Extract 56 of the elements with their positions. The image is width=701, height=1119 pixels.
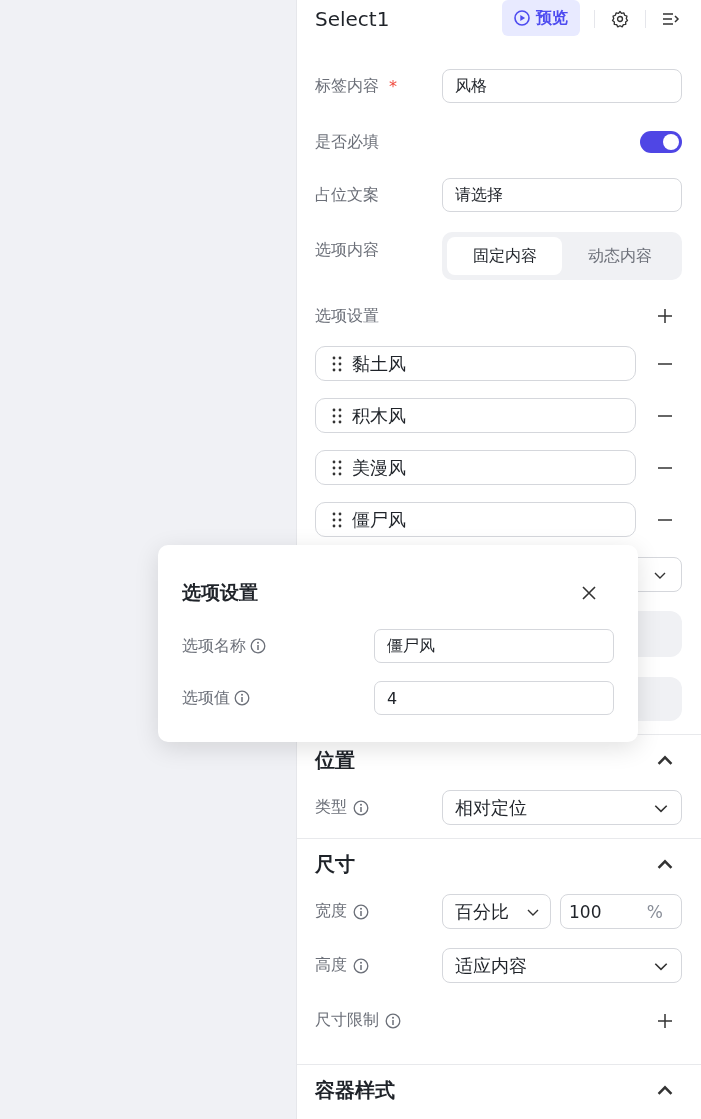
field-label: 选项设置	[315, 305, 380, 327]
option-item[interactable]: 美漫风	[315, 450, 636, 485]
field-label: 是否必填	[315, 131, 380, 153]
unit-select[interactable]: 百分比	[442, 894, 551, 929]
info-icon	[385, 1012, 401, 1029]
option-item[interactable]: 积木风	[315, 398, 636, 433]
text-field[interactable]: 僵尸风	[374, 629, 614, 663]
text-field[interactable]: 请选择	[442, 178, 682, 212]
drag-handle-icon	[332, 407, 342, 424]
field-label: 标签内容	[315, 75, 379, 97]
close-icon	[582, 586, 596, 600]
drag-handle-icon	[332, 459, 342, 476]
select-field[interactable]: 适应内容	[442, 948, 682, 983]
segment-tab[interactable]: 动态内容	[562, 237, 677, 275]
unit-label: %	[646, 901, 663, 922]
play-icon	[514, 10, 530, 26]
toggle-switch[interactable]	[640, 131, 682, 153]
close-button[interactable]	[580, 584, 598, 602]
text-field[interactable]: 4	[374, 681, 614, 715]
info-icon	[234, 690, 250, 706]
drag-handle-icon	[332, 355, 342, 372]
segment-tab[interactable]: 固定内容	[447, 237, 562, 275]
required-mark: *	[389, 76, 397, 96]
select-field[interactable]: 相对定位	[442, 790, 682, 825]
field-label: 尺寸限制	[315, 1010, 379, 1031]
field-label: 占位文案	[315, 184, 379, 206]
component-title: Select1	[315, 7, 391, 31]
info-icon	[353, 799, 369, 816]
section-title: 位置	[315, 746, 356, 774]
info-icon	[353, 903, 369, 920]
drag-handle-icon	[332, 511, 342, 528]
field-label: 类型	[315, 797, 347, 818]
minus-icon	[658, 466, 672, 469]
section-title: 尺寸	[315, 850, 356, 878]
field-label: 选项内容	[315, 240, 380, 261]
text-field[interactable]: 风格	[442, 69, 682, 103]
field-label: 宽度	[315, 901, 347, 922]
field-label: 高度	[315, 955, 347, 976]
field-label: 选项值	[182, 687, 230, 709]
minus-icon	[658, 518, 672, 521]
settings-button[interactable]	[609, 8, 631, 30]
minus-icon	[658, 414, 672, 417]
number-field[interactable]: 100 %	[560, 894, 682, 929]
option-item[interactable]: 僵尸风	[315, 502, 636, 537]
field-label: 选项名称	[182, 635, 246, 657]
section-title: 容器样式	[315, 1076, 396, 1104]
settings-icon	[611, 10, 629, 28]
plus-icon	[658, 1013, 672, 1028]
option-item[interactable]: 黏土风	[315, 346, 636, 381]
minus-icon	[658, 362, 672, 365]
preview-button[interactable]: 预览	[502, 0, 580, 36]
info-icon	[353, 957, 369, 974]
plus-icon	[658, 309, 672, 323]
dialog-title: 选项设置	[182, 580, 259, 605]
info-icon	[250, 638, 266, 654]
menu-arrow-icon	[662, 11, 680, 27]
